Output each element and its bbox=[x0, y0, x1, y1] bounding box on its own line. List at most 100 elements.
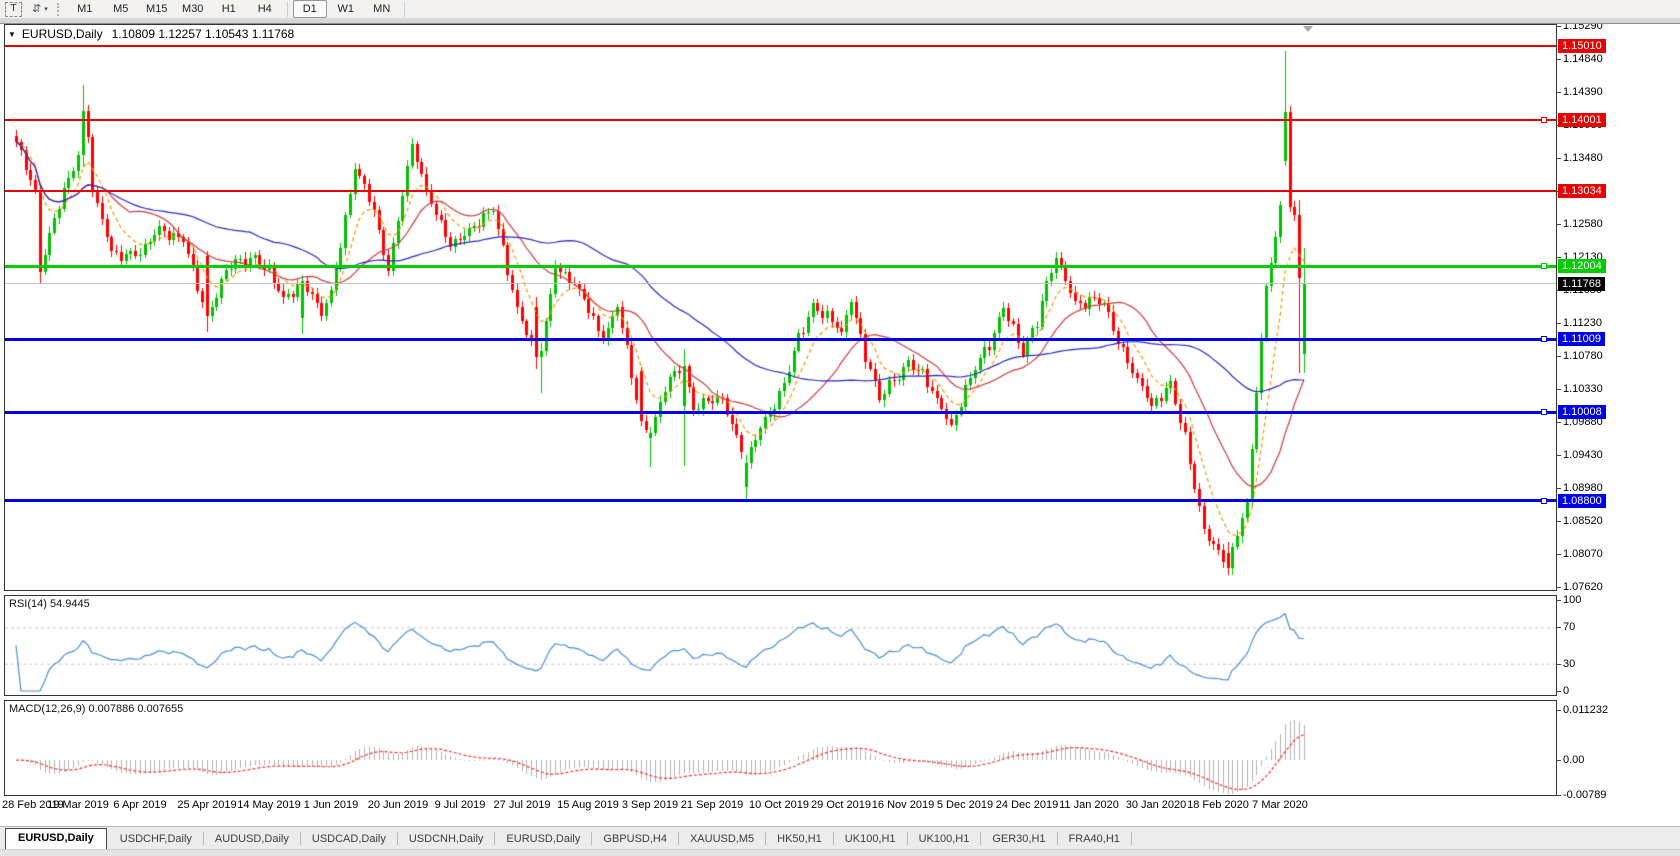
date-axis-label: 16 Nov 2019 bbox=[872, 799, 934, 811]
chart-tab-gbpusd-h4[interactable]: GBPUSD,H4 bbox=[593, 829, 677, 849]
arrow-tools-button[interactable]: ⇵ ▾ bbox=[28, 1, 52, 18]
chart-tab-ger30-h1[interactable]: GER30,H1 bbox=[982, 829, 1055, 849]
chart-tab-usdcad-daily[interactable]: USDCAD,Daily bbox=[302, 829, 396, 849]
line-handle-icon bbox=[1541, 117, 1547, 123]
price-level-badge: 1.13034 bbox=[1558, 184, 1606, 198]
tab-separator bbox=[1131, 832, 1132, 845]
chart-canvas[interactable] bbox=[0, 0, 1680, 855]
chart-title-ohlc: 1.10809 1.12257 1.10543 1.11768 bbox=[112, 27, 295, 41]
toolbar: T ⇵ ▾ M1M5M15M30H1H4 D1W1MN bbox=[0, 0, 1680, 19]
date-axis-label: 21 Sep 2019 bbox=[681, 799, 743, 811]
date-axis-label: 29 Oct 2019 bbox=[811, 799, 871, 811]
price-axis-tick: 1.10330 bbox=[1563, 383, 1603, 395]
price-axis-tick: 1.08070 bbox=[1563, 548, 1603, 560]
tab-separator bbox=[833, 832, 834, 845]
chart-title: ▼ EURUSD,Daily 1.10809 1.12257 1.10543 1.1… bbox=[8, 27, 294, 41]
chart-tab-hk50-h1[interactable]: HK50,H1 bbox=[767, 829, 832, 849]
price-level-badge: 1.11009 bbox=[1558, 332, 1605, 346]
chart-tab-xauusd-m5[interactable]: XAUUSD,M5 bbox=[680, 829, 764, 849]
timeframe-button-h1[interactable]: H1 bbox=[212, 0, 246, 18]
timeframe-button-w1[interactable]: W1 bbox=[329, 0, 363, 18]
price-axis-tick: 1.11230 bbox=[1563, 317, 1602, 329]
price-level-line[interactable] bbox=[5, 338, 1556, 341]
price-level-badge: 1.12004 bbox=[1558, 259, 1606, 273]
chart-tabs: EURUSD,DailyUSDCHF,DailyAUDUSD,DailyUSDC… bbox=[0, 827, 1680, 849]
line-handle-icon bbox=[1541, 263, 1547, 269]
price-axis-tick: 1.08520 bbox=[1563, 515, 1603, 527]
rsi-axis-tick: 30 bbox=[1563, 658, 1575, 670]
price-level-line[interactable] bbox=[5, 411, 1556, 414]
date-axis-label: 20 Jun 2019 bbox=[368, 799, 429, 811]
chart-tab-audusd-daily[interactable]: AUDUSD,Daily bbox=[205, 829, 299, 849]
price-level-badge: 1.11768 bbox=[1558, 277, 1605, 291]
date-axis-label: 6 Apr 2019 bbox=[113, 799, 166, 811]
rsi-axis-tick: 0 bbox=[1563, 685, 1569, 697]
timeframe-button-h4[interactable]: H4 bbox=[248, 0, 282, 18]
line-handle-icon bbox=[1541, 409, 1547, 415]
price-level-badge: 1.08800 bbox=[1558, 494, 1606, 508]
date-axis-label: 3 Sep 2019 bbox=[622, 799, 678, 811]
chart-tab-usdcnh-daily[interactable]: USDCNH,Daily bbox=[399, 829, 494, 849]
chart-tab-uk100-h1[interactable]: UK100,H1 bbox=[835, 829, 906, 849]
chart-tab-usdchf-daily[interactable]: USDCHF,Daily bbox=[110, 829, 202, 849]
price-level-line[interactable] bbox=[5, 119, 1556, 121]
tab-separator bbox=[907, 832, 908, 845]
date-axis-label: 25 Apr 2019 bbox=[177, 799, 236, 811]
chart-tab-bar: EURUSD,DailyUSDCHF,DailyAUDUSD,DailyUSDC… bbox=[0, 826, 1680, 855]
price-level-badge: 1.14001 bbox=[1558, 113, 1606, 127]
macd-axis-tick: -0.00789 bbox=[1563, 789, 1606, 801]
date-axis-label: 30 Jan 2020 bbox=[1126, 799, 1187, 811]
timeframe-button-m5[interactable]: M5 bbox=[104, 0, 138, 18]
date-axis-label: 27 Jul 2019 bbox=[494, 799, 551, 811]
text-cursor-icon: T bbox=[5, 2, 22, 17]
toolbar-separator bbox=[404, 2, 405, 17]
rsi-indicator-label: RSI(14) 54.9445 bbox=[9, 598, 90, 610]
price-level-line[interactable] bbox=[5, 45, 1556, 47]
toolbar-grip[interactable] bbox=[57, 3, 61, 16]
timeframe-button-mn[interactable]: MN bbox=[365, 0, 399, 18]
date-axis-label: 5 Dec 2019 bbox=[937, 799, 993, 811]
chart-tab-uk100-h1[interactable]: UK100,H1 bbox=[909, 829, 980, 849]
price-level-badge: 1.10008 bbox=[1558, 405, 1606, 419]
price-axis-tick: 1.14840 bbox=[1563, 53, 1603, 65]
date-axis-label: 7 Mar 2020 bbox=[1252, 799, 1308, 811]
price-axis-tick: 1.14390 bbox=[1563, 86, 1603, 98]
text-tool-button[interactable]: T bbox=[1, 1, 26, 18]
timeframe-button-d1[interactable]: D1 bbox=[293, 0, 327, 18]
timeframe-toolbar: M1M5M15M30H1H4 D1W1MN bbox=[67, 0, 409, 19]
tab-separator bbox=[397, 832, 398, 845]
timeframe-button-m15[interactable]: M15 bbox=[140, 0, 174, 18]
dropdown-arrow-icon: ▾ bbox=[44, 5, 48, 13]
macd-indicator-label: MACD(12,26,9) 0.007886 0.007655 bbox=[9, 703, 183, 715]
rsi-axis-tick: 70 bbox=[1563, 621, 1575, 633]
window-menu-icon[interactable]: ▼ bbox=[8, 30, 16, 39]
chart-tab-eurusd-daily[interactable]: EURUSD,Daily bbox=[496, 829, 590, 849]
current-price-line bbox=[5, 283, 1556, 284]
price-level-line[interactable] bbox=[5, 190, 1556, 192]
price-level-badge: 1.15010 bbox=[1558, 39, 1606, 53]
timeframe-button-m1[interactable]: M1 bbox=[68, 0, 102, 18]
price-axis-tick: 1.13480 bbox=[1563, 152, 1603, 164]
date-axis-label: 14 May 2019 bbox=[237, 799, 301, 811]
mt4-chart-window: T ⇵ ▾ M1M5M15M30H1H4 D1W1MN ▼ EURUSD,Daily… bbox=[0, 0, 1680, 855]
date-axis-label: 18 Feb 2020 bbox=[1187, 799, 1249, 811]
price-level-line[interactable] bbox=[5, 265, 1556, 268]
date-axis-label: 11 Jan 2020 bbox=[1059, 799, 1119, 811]
price-axis-tick: 1.10780 bbox=[1563, 350, 1603, 362]
date-axis-label: 1 Jun 2019 bbox=[304, 799, 358, 811]
window-top-edge bbox=[0, 19, 1680, 24]
tab-separator bbox=[980, 832, 981, 845]
chart-tab-eurusd-daily[interactable]: EURUSD,Daily bbox=[5, 828, 107, 849]
price-axis-tick: 1.07620 bbox=[1563, 581, 1603, 593]
tab-separator bbox=[1057, 832, 1058, 845]
tab-separator bbox=[591, 832, 592, 845]
chart-shift-marker[interactable] bbox=[1303, 26, 1313, 32]
chart-tab-fra40-h1[interactable]: FRA40,H1 bbox=[1059, 829, 1130, 849]
toolbar-separator bbox=[287, 2, 288, 17]
date-axis-label: 10 Oct 2019 bbox=[749, 799, 809, 811]
chart-title-symbol: EURUSD,Daily bbox=[22, 27, 103, 41]
rsi-axis-tick: 100 bbox=[1563, 594, 1581, 606]
timeframe-button-m30[interactable]: M30 bbox=[176, 0, 210, 18]
tab-separator bbox=[494, 832, 495, 845]
price-level-line[interactable] bbox=[5, 499, 1556, 502]
